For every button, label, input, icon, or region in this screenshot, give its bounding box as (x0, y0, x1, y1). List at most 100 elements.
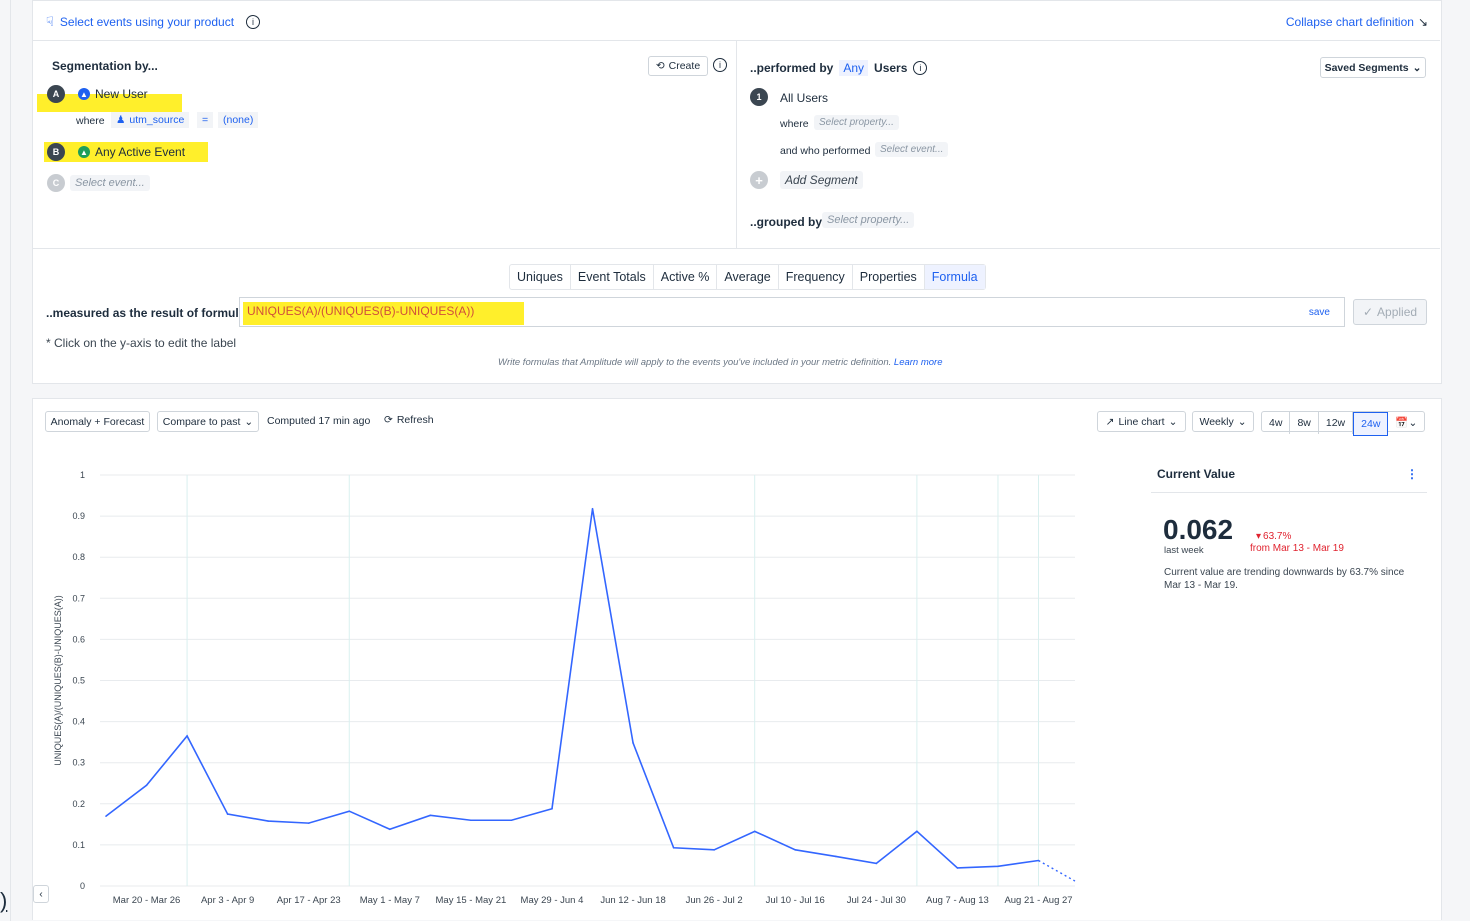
info-icon[interactable]: i (913, 61, 928, 75)
data-point (997, 865, 999, 868)
who-performed-label: and who performed (780, 145, 871, 157)
segmentation-title: Segmentation by... (52, 59, 158, 73)
applied-button[interactable]: ✓ Applied (1353, 299, 1427, 325)
data-point (389, 828, 391, 831)
any-selector[interactable]: Any (839, 60, 869, 76)
y-tick-label: 0.8 (72, 552, 85, 562)
y-tick-label: 0.1 (72, 840, 85, 850)
performed-by-row: ..performed by Any Users i (750, 60, 928, 76)
select-events-link[interactable]: ☟ Select events using your product i (46, 14, 261, 30)
anomaly-forecast-button[interactable]: Anomaly + Forecast (45, 411, 150, 432)
range-8w[interactable]: 8w (1290, 412, 1319, 434)
x-tick-label: Jul 24 - Jul 30 (847, 895, 906, 906)
calendar-icon: 📅⌄ (1395, 417, 1418, 429)
where-property-pill[interactable]: ♟ utm_source (111, 112, 190, 128)
interval-dropdown[interactable]: Weekly ⌄ (1192, 411, 1254, 432)
data-point (753, 830, 756, 833)
y-tick-label: 0 (80, 881, 85, 891)
refresh-button[interactable]: ⟳ Refresh (384, 414, 434, 426)
event-b-name[interactable]: Any Active Event (95, 145, 185, 159)
range-24w[interactable]: 24w (1353, 412, 1389, 436)
x-tick-label: May 15 - May 21 (436, 895, 507, 906)
current-value-description: Current value are trending downwards by … (1164, 567, 1405, 591)
event-a-name[interactable]: New User (95, 87, 148, 101)
add-segment-icon[interactable]: + (750, 171, 768, 189)
grouped-by-input[interactable]: Select property... (822, 212, 915, 228)
data-point (956, 867, 959, 869)
saved-segments-dropdown[interactable]: Saved Segments ⌄ (1320, 57, 1426, 78)
event-icon: ▲ (78, 146, 90, 158)
x-tick-label: Aug 7 - Aug 13 (926, 895, 989, 906)
data-point (834, 855, 837, 858)
segment-property-input[interactable]: Select property... (814, 115, 899, 130)
data-point (348, 810, 351, 812)
left-border (10, 0, 11, 921)
x-tick-label: May 1 - May 7 (360, 895, 420, 906)
data-point (713, 849, 715, 851)
where-value[interactable]: (none) (218, 112, 259, 128)
tab-properties[interactable]: Properties (853, 265, 925, 289)
where-operator[interactable]: = (197, 112, 214, 128)
grouped-by-label: ..grouped by (750, 215, 822, 229)
users-selector[interactable]: Users (874, 61, 907, 75)
tab-formula[interactable]: Formula (924, 265, 985, 289)
data-point (267, 820, 269, 822)
x-tick-label: Apr 3 - Apr 9 (201, 895, 254, 906)
chart-type-dropdown[interactable]: ↗ Line chart ⌄ (1097, 411, 1186, 432)
range-selector: 4w 8w 12w 24w 📅⌄ (1261, 411, 1426, 436)
y-axis-label: UNIQUES(A)/(UNIQUES(B)-UNIQUES(A)) (53, 595, 63, 766)
calendar-button[interactable]: 📅⌄ (1388, 412, 1424, 434)
tab-uniques[interactable]: Uniques (510, 265, 571, 289)
data-point (916, 830, 918, 833)
series-line (105, 508, 1039, 869)
info-icon[interactable]: i (713, 58, 727, 72)
formula-input[interactable]: UNIQUES(A)/(UNIQUES(B)-UNIQUES(A)) save (239, 297, 1345, 327)
who-performed-input[interactable]: Select event... (875, 142, 949, 157)
current-value-period: last week (1164, 545, 1204, 556)
change-from: from Mar 13 - Mar 19 (1250, 543, 1344, 554)
create-icon: ⟲ (655, 60, 665, 72)
add-segment-button[interactable]: Add Segment (780, 171, 863, 189)
range-4w[interactable]: 4w (1262, 412, 1291, 434)
data-point (551, 807, 553, 810)
data-point (794, 849, 797, 851)
save-button[interactable]: save (1309, 307, 1330, 318)
chevron-down-icon: ⌄ (244, 415, 254, 428)
more-options-icon[interactable]: ⋮ (1406, 467, 1418, 481)
y-tick-label: 0.4 (72, 717, 85, 727)
line-chart: 0 0.1 0.2 0.3 0.4 0.5 0.6 0.7 0.8 0.9 1 UNIQUES(A)/… (53, 470, 1076, 906)
x-tick-label: Jun 26 - Jul 2 (686, 895, 743, 906)
tab-event-totals[interactable]: Event Totals (571, 265, 654, 289)
tab-frequency[interactable]: Frequency (779, 265, 853, 289)
x-tick-label: Apr 17 - Apr 23 (277, 895, 341, 906)
users-icon: ♟ (116, 114, 126, 126)
chevron-down-icon: ⌄ (1412, 61, 1422, 74)
data-point (145, 784, 148, 787)
divider (1151, 492, 1427, 493)
tab-average[interactable]: Average (717, 265, 779, 289)
formula-text: UNIQUES(A)/(UNIQUES(B)-UNIQUES(A)) (247, 304, 475, 318)
x-tick-label: Jun 12 - Jun 18 (600, 895, 666, 906)
select-event-input[interactable]: Select event... (70, 175, 150, 191)
collapse-chart-definition-button[interactable]: Collapse chart definition ↘ (1286, 15, 1428, 29)
segment-number: 1 (750, 88, 768, 106)
y-tick-label: 0.5 (72, 676, 85, 686)
formula-help: Write formulas that Amplitude will apply… (498, 357, 943, 368)
event-letter-b: B (47, 143, 65, 161)
create-button[interactable]: ⟲ Create (648, 56, 708, 76)
learn-more-link[interactable]: Learn more (894, 357, 943, 368)
refresh-icon: ⟳ (384, 414, 393, 426)
x-tick-label: Mar 20 - Mar 26 (113, 895, 181, 906)
info-icon[interactable]: i (246, 15, 261, 29)
y-tick-label: 1 (80, 470, 85, 480)
collapse-side-button[interactable]: ‹ (33, 885, 49, 903)
change-badge: ▾ 63.7% (1256, 531, 1292, 542)
tab-active-percent[interactable]: Active % (654, 265, 718, 289)
y-tick-label: 0.9 (72, 511, 85, 521)
segment-name[interactable]: All Users (780, 91, 828, 105)
compare-to-past-dropdown[interactable]: Compare to past ⌄ (157, 411, 259, 432)
segment-where-label: where (780, 118, 809, 130)
range-12w[interactable]: 12w (1319, 412, 1354, 434)
data-point (105, 815, 107, 817)
data-point (186, 735, 188, 737)
